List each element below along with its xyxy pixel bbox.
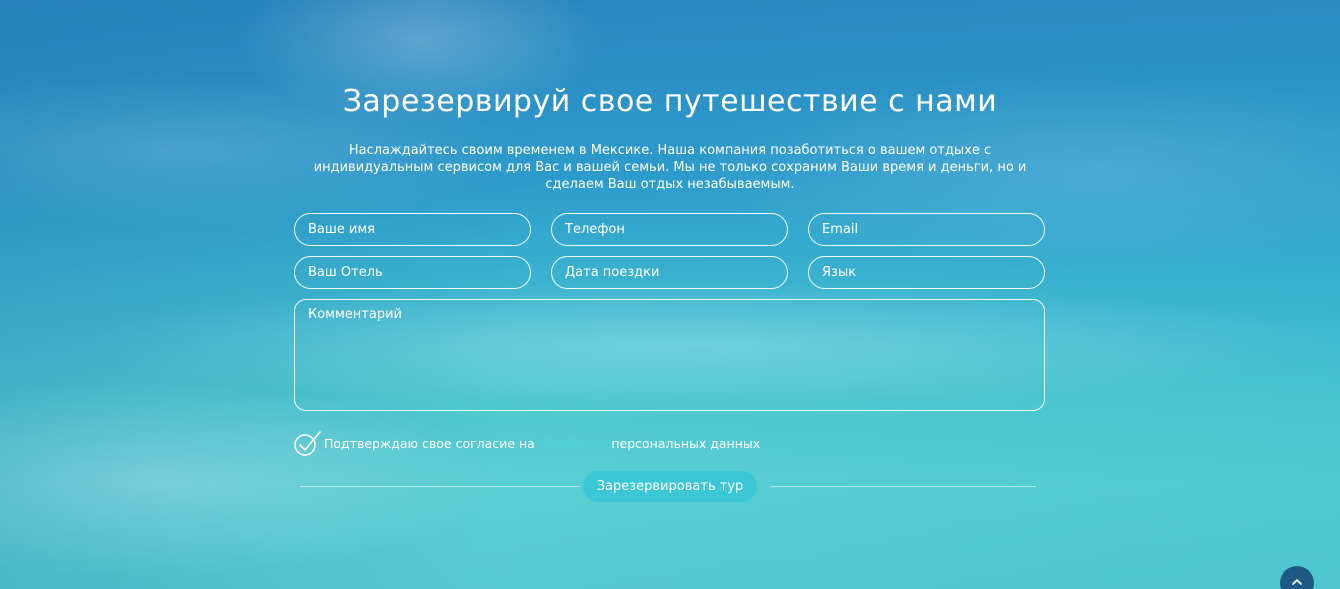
consent-link[interactable]: обработку xyxy=(539,436,608,451)
divider-right xyxy=(770,486,1036,487)
language-input[interactable] xyxy=(808,256,1045,289)
checkmark-icon xyxy=(294,431,321,456)
consent-label: Подтверждаю свое согласие на обработку п… xyxy=(324,436,760,451)
page-title: Зарезервируй свое путешествие с нами xyxy=(342,84,998,119)
consent-row: Подтверждаю свое согласие на обработку п… xyxy=(294,430,760,456)
divider-left xyxy=(300,486,580,487)
email-input[interactable] xyxy=(808,213,1045,246)
chevron-up-icon xyxy=(1292,579,1302,585)
consent-text-before: Подтверждаю свое согласие на xyxy=(324,435,535,451)
intro-text: Наслаждайтесь своим временем в Мексике. … xyxy=(313,143,1027,192)
consent-text-after: персональных данных xyxy=(611,435,761,451)
phone-input[interactable] xyxy=(551,213,788,246)
book-tour-button[interactable]: Зарезервировать тур xyxy=(583,471,757,502)
comment-textarea[interactable] xyxy=(294,299,1045,411)
consent-checkbox[interactable] xyxy=(294,430,321,456)
trip-date-input[interactable] xyxy=(551,256,788,289)
booking-section: Зарезервируй свое путешествие с нами Нас… xyxy=(0,0,1340,589)
hotel-input[interactable] xyxy=(294,256,531,289)
name-input[interactable] xyxy=(294,213,531,246)
